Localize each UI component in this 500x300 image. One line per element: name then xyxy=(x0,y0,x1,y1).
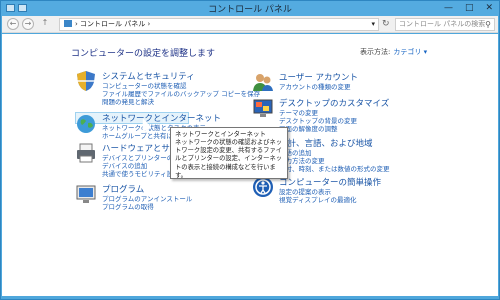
back-button[interactable]: ← xyxy=(7,18,19,30)
desktop-icon xyxy=(253,99,273,117)
printer-icon xyxy=(77,143,95,163)
control-panel-icon xyxy=(64,20,72,27)
up-button[interactable]: ↑ xyxy=(39,18,51,30)
maximize-button[interactable]: □ xyxy=(465,3,474,13)
search-placeholder: コントロール パネルの検索 xyxy=(399,20,486,28)
control-panel-window: コントロール パネル — □ ✕ ← → ↑ › コントロール パネル › ▾ … xyxy=(0,0,500,300)
link[interactable]: ホームグループと共有に関するオプションの選択 xyxy=(102,130,172,140)
users-icon xyxy=(253,74,273,91)
globe-icon xyxy=(77,115,95,133)
refresh-icon[interactable]: ↻ xyxy=(382,19,390,29)
view-by-label: 表示方法: xyxy=(360,48,391,56)
link[interactable]: 日付、時刻、または数値の形式の変更 xyxy=(279,163,390,173)
view-by: 表示方法: カテゴリ ▾ xyxy=(360,47,427,57)
shield-icon xyxy=(77,71,95,91)
breadcrumb[interactable]: › コントロール パネル › xyxy=(75,20,150,28)
title-bar: コントロール パネル — □ ✕ xyxy=(1,1,499,16)
tooltip: ネットワークとインターネット ネットワークの状態の確認およびネットワーク設定の変… xyxy=(170,127,288,179)
link[interactable]: 視覚ディスプレイの最適化 xyxy=(279,194,357,204)
window-title: コントロール パネル xyxy=(208,5,292,15)
close-button[interactable]: ✕ xyxy=(485,3,493,13)
address-bar[interactable]: › コントロール パネル › ▾ xyxy=(59,18,379,31)
page-title: コンピューターの設定を調整します xyxy=(71,49,216,59)
minimize-button[interactable]: — xyxy=(444,3,453,13)
programs-icon xyxy=(76,185,96,203)
main-content: コンピューターの設定を調整します 表示方法: カテゴリ ▾ システムとセキュリティ… xyxy=(2,34,498,296)
tooltip-body: ネットワークの状態の確認およびネットワーク設定の変更、共有するファイルとプリンタ… xyxy=(175,139,283,179)
link[interactable]: アカウントの種類の変更 xyxy=(279,81,351,91)
link[interactable]: 問題の発見と解決 xyxy=(102,96,154,106)
chevron-down-icon[interactable]: ▾ xyxy=(371,19,375,30)
view-by-dropdown[interactable]: カテゴリ ▾ xyxy=(393,48,427,56)
window-controls: — □ ✕ xyxy=(444,3,493,13)
tooltip-title: ネットワークとインターネット xyxy=(175,130,266,138)
forward-button[interactable]: → xyxy=(22,18,34,30)
search-input[interactable]: コントロール パネルの検索 ⚲ xyxy=(395,18,495,31)
address-toolbar: ← → ↑ › コントロール パネル › ▾ ↻ コントロール パネルの検索 ⚲ xyxy=(2,16,498,33)
link[interactable]: プログラムの取得 xyxy=(102,201,154,211)
search-icon[interactable]: ⚲ xyxy=(485,19,491,30)
